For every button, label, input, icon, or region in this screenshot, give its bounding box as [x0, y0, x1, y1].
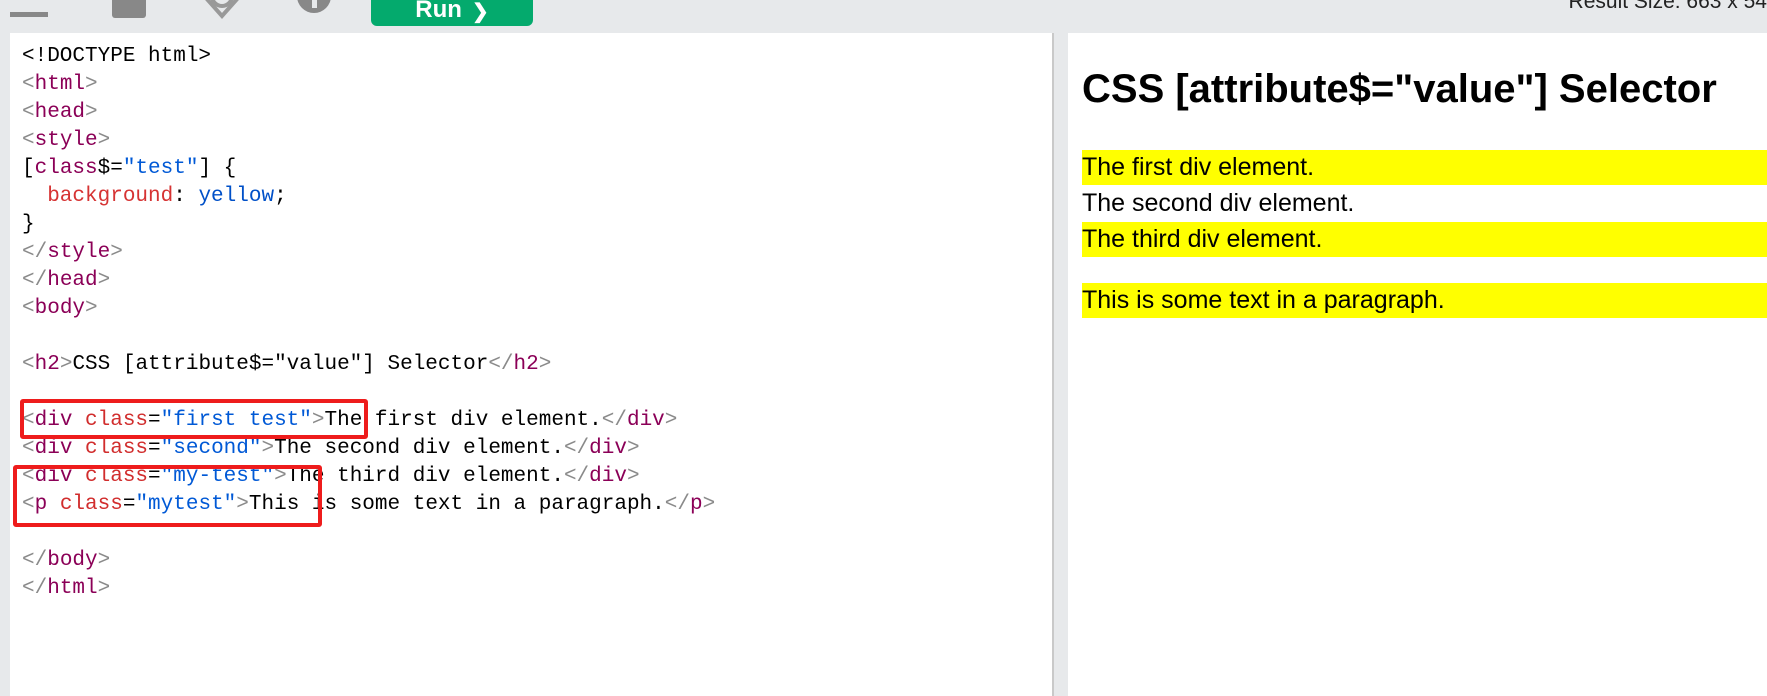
code-line-3: <head> [22, 99, 98, 127]
selector-value: "test" [122, 157, 199, 180]
orientation-icon[interactable] [293, 0, 335, 22]
code-line-1: <!DOCTYPE html> [22, 43, 211, 71]
bracket: < [22, 437, 35, 460]
bracket: > [97, 577, 111, 600]
bracket: > [85, 297, 98, 320]
bracket: </ [601, 409, 627, 432]
result-heading: CSS [attribute$="value"] Selector [1082, 67, 1717, 111]
code-text: ; [274, 185, 287, 208]
bracket: > [85, 101, 98, 124]
bracket: </ [22, 577, 48, 600]
bracket: > [626, 465, 640, 488]
result-div-second: The second div element. [1082, 189, 1355, 217]
code-line-10: <body> [22, 295, 98, 323]
code-line-2: <html> [22, 71, 98, 99]
save-icon[interactable] [108, 0, 150, 22]
tag-name: div [626, 409, 665, 432]
code-line-7: } [22, 211, 35, 239]
result-paragraph: This is some text in a paragraph. [1082, 283, 1767, 318]
run-button[interactable]: Run ❯ [371, 0, 533, 26]
result-div-first: The first div element. [1082, 150, 1767, 185]
bracket: > [97, 549, 111, 572]
attribute-value: "second" [160, 437, 262, 460]
bracket: < [22, 73, 35, 96]
code-line-9: </head> [22, 267, 110, 295]
bracket: > [110, 241, 123, 264]
selector-attribute: class [34, 157, 98, 180]
bracket: </ [563, 465, 590, 488]
result-size-label: Result Size: 663 x 54 [1568, 0, 1767, 13]
tag-name: div [589, 465, 627, 488]
tag-name: div [589, 437, 627, 460]
bracket: > [97, 129, 111, 152]
tag-name: body [47, 549, 98, 572]
bracket: > [702, 493, 716, 516]
theme-icon[interactable] [200, 0, 242, 22]
menu-icon[interactable] [8, 0, 50, 22]
panel-divider[interactable] [1052, 33, 1066, 696]
code-text: The third div element. [286, 465, 564, 488]
tag-name: html [34, 73, 86, 96]
bracket: </ [563, 437, 590, 460]
divider-line [1052, 33, 1054, 696]
code-line-5: [class$="test"] { [22, 155, 236, 183]
bracket: > [97, 269, 111, 292]
tag-name: h2 [513, 353, 539, 376]
tag-name: p [689, 493, 703, 516]
chevron-right-icon: ❯ [471, 1, 489, 23]
toolbar: Run ❯ Result Size: 663 x 54 [0, 0, 1767, 30]
tag-name: html [47, 577, 98, 600]
code-line-8: </style> [22, 239, 123, 267]
code-text: ] { [198, 157, 237, 180]
bracket: > [59, 353, 73, 376]
annotation-box-first-test [20, 399, 368, 439]
code-line-6: background: yellow; [22, 183, 287, 211]
bracket: < [22, 101, 35, 124]
css-value: yellow [198, 185, 275, 208]
code-editor[interactable]: <!DOCTYPE html> <html> <head> <style> [c… [10, 33, 1052, 696]
annotation-box-my-test [13, 465, 322, 527]
code-line-15: <div class="second">The second div eleme… [22, 435, 640, 463]
code-text: $= [97, 157, 123, 180]
bracket: </ [664, 493, 690, 516]
bracket: </ [22, 241, 48, 264]
bracket: </ [488, 353, 514, 376]
code-text: } [22, 213, 35, 236]
tag-name: head [47, 269, 98, 292]
run-button-label: Run [415, 0, 462, 23]
tag-name: body [34, 297, 86, 320]
code-text: = [148, 437, 161, 460]
bracket: > [538, 353, 552, 376]
tag-name: head [34, 101, 86, 124]
tag-name: div [34, 437, 73, 460]
code-line-4: <style> [22, 127, 110, 155]
result-div-third: The third div element. [1082, 222, 1767, 257]
bracket: > [664, 409, 678, 432]
bracket: > [626, 437, 640, 460]
tag-name: style [34, 129, 98, 152]
bracket: > [261, 437, 275, 460]
code-text: The second div element. [274, 437, 564, 460]
bracket: < [22, 353, 35, 376]
bracket: > [85, 73, 98, 96]
bracket: < [22, 297, 35, 320]
code-line-20: </html> [22, 575, 110, 603]
code-text: CSS [attribute$="value"] Selector [72, 353, 489, 376]
css-property: background [22, 185, 174, 208]
tag-name: h2 [34, 353, 60, 376]
bracket: < [22, 129, 35, 152]
code-text: [ [22, 157, 35, 180]
tag-name: style [47, 241, 111, 264]
result-panel: CSS [attribute$="value"] Selector The fi… [1068, 33, 1767, 696]
bracket: </ [22, 269, 48, 292]
code-text: : [173, 185, 199, 208]
code-line-12: <h2>CSS [attribute$="value"] Selector</h… [22, 351, 551, 379]
doctype-text: <!DOCTYPE html> [22, 45, 212, 68]
code-line-19: </body> [22, 547, 110, 575]
attribute-name: class [72, 437, 149, 460]
bracket: </ [22, 549, 48, 572]
